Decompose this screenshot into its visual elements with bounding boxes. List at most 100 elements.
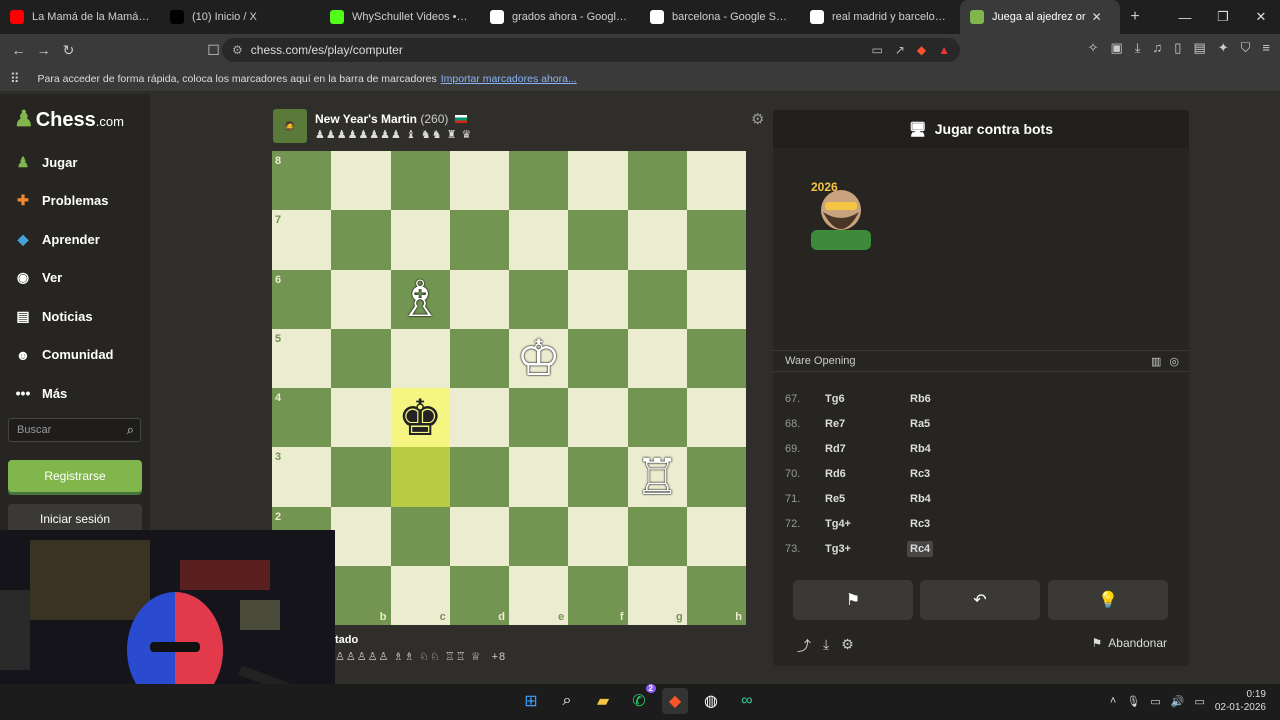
sidebar-item-ver[interactable]: ◉ Ver (12, 266, 62, 290)
square-e4[interactable] (509, 388, 569, 448)
close-tab-icon[interactable]: ✕ (1092, 10, 1102, 24)
square-d6[interactable] (449, 269, 509, 329)
square-f8[interactable] (568, 151, 628, 211)
search-input[interactable]: Buscar ⌕ (8, 418, 141, 442)
square-b3[interactable] (331, 447, 391, 507)
sidebar-item-aprender[interactable]: ◆ Aprender (12, 227, 100, 251)
url-text[interactable]: chess.com/es/play/computer (251, 43, 403, 57)
square-d2[interactable] (449, 506, 509, 566)
back-icon[interactable]: ← (6, 42, 31, 58)
white-move[interactable]: Tg3+ (825, 543, 907, 555)
media-icon[interactable]: ♫ (1153, 40, 1163, 56)
opponent-name-text[interactable]: New Year's Martin (315, 112, 417, 126)
chess-piece[interactable]: ♔ (516, 333, 561, 383)
board-settings-icon[interactable]: ⚙ (751, 110, 764, 128)
site-info-icon[interactable]: ⚙ (232, 43, 243, 57)
white-move[interactable]: Tg4+ (825, 518, 907, 530)
opening-name[interactable]: Ware Opening (785, 355, 856, 367)
square-a3[interactable]: 3 (272, 447, 332, 507)
square-b2[interactable] (331, 506, 391, 566)
undo-button[interactable]: ↶ (920, 580, 1040, 620)
sidebar-item-noticias[interactable]: ▤ Noticias (12, 304, 92, 328)
square-h1[interactable]: h (686, 565, 746, 625)
sidebar-item-comunidad[interactable]: ☻ Comunidad (12, 343, 114, 367)
square-b7[interactable] (331, 210, 391, 270)
chess-piece[interactable]: ♖ (635, 452, 680, 502)
black-move[interactable]: Rc3 (907, 466, 933, 482)
square-c7[interactable] (390, 210, 450, 270)
browser-tab[interactable]: (10) Inicio / X (160, 0, 320, 34)
square-f4[interactable] (568, 388, 628, 448)
square-b6[interactable] (331, 269, 391, 329)
download-icon[interactable]: ⤓ (823, 636, 829, 656)
screenshot-icon[interactable]: ▣ (1110, 40, 1122, 56)
chevron-up-icon[interactable]: ˄ (1110, 695, 1116, 707)
black-move[interactable]: Rc3 (907, 516, 933, 532)
square-c8[interactable] (390, 151, 450, 211)
extensions-icon[interactable]: ✧ (1088, 40, 1099, 56)
square-f3[interactable] (568, 447, 628, 507)
app-icon[interactable]: ∞ (734, 688, 760, 714)
square-h4[interactable] (686, 388, 746, 448)
chess-piece[interactable]: ♗ (398, 274, 443, 324)
square-b5[interactable] (331, 328, 391, 388)
square-c3[interactable] (390, 447, 450, 507)
abandon-button[interactable]: ⚑ Abandonar (1092, 636, 1167, 650)
share-icon[interactable]: ⤴ (797, 636, 811, 656)
browser-tab[interactable]: WhySchullet Videos • Wat (320, 0, 480, 34)
resign-flag-button[interactable]: ⚑ (793, 580, 913, 620)
square-c6[interactable]: ♗ (390, 269, 450, 329)
square-b1[interactable]: b (331, 565, 391, 625)
square-g4[interactable] (627, 388, 687, 448)
square-d5[interactable] (449, 328, 509, 388)
square-g6[interactable] (627, 269, 687, 329)
square-c2[interactable] (390, 506, 450, 566)
square-g8[interactable] (627, 151, 687, 211)
brave-rewards-icon[interactable]: ▲ (938, 43, 950, 57)
square-f6[interactable] (568, 269, 628, 329)
chess-board[interactable]: 8 7 6 ♗ 5 ♔ 4 ♚ 3 ♖ 2 b c d e f g h (272, 151, 746, 625)
square-e7[interactable] (509, 210, 569, 270)
square-g1[interactable]: g (627, 565, 687, 625)
chess-logo[interactable]: ♟ Chess .com (14, 106, 124, 132)
settings-icon[interactable]: ⚙ (841, 636, 854, 656)
black-move[interactable]: Rb4 (907, 491, 934, 507)
square-b8[interactable] (331, 151, 391, 211)
file-explorer-icon[interactable]: ▰ (590, 688, 616, 714)
square-a7[interactable]: 7 (272, 210, 332, 270)
square-g5[interactable] (627, 328, 687, 388)
leo-icon[interactable]: ✦ (1218, 40, 1229, 56)
square-e1[interactable]: e (509, 565, 569, 625)
square-f7[interactable] (568, 210, 628, 270)
hint-button[interactable]: 💡 (1048, 580, 1168, 620)
wallet-icon[interactable]: ▤ (1193, 40, 1205, 56)
microphone-icon[interactable]: 🎙 (1126, 695, 1140, 708)
square-h8[interactable] (686, 151, 746, 211)
share-icon[interactable]: ↗ (895, 43, 905, 57)
sidebar-item-problemas[interactable]: ✚ Problemas (12, 189, 108, 213)
minimize-icon[interactable]: — (1166, 0, 1204, 34)
clock[interactable]: 0:19 02-01-2026 (1215, 688, 1266, 714)
battery-icon[interactable]: ▭ (1194, 695, 1204, 708)
white-move[interactable]: Rd6 (825, 468, 907, 480)
square-g7[interactable] (627, 210, 687, 270)
square-c1[interactable]: c (390, 565, 450, 625)
browser-tab[interactable]: real madrid y barcelona - (800, 0, 960, 34)
square-a8[interactable]: 8 (272, 151, 332, 211)
square-h3[interactable] (686, 447, 746, 507)
browser-tab[interactable]: Juega al ajedrez or ✕ (960, 0, 1120, 34)
white-move[interactable]: Tg6 (825, 393, 907, 405)
square-e3[interactable] (509, 447, 569, 507)
sidebar-item-jugar[interactable]: ♟ Jugar (12, 150, 78, 174)
square-c4[interactable]: ♚ (390, 388, 450, 448)
sidebar-item-más[interactable]: ••• Más (12, 381, 68, 405)
black-move[interactable]: Rb4 (907, 441, 934, 457)
menu-icon[interactable]: ≡ (1262, 40, 1270, 56)
download-icon[interactable]: ⤓ (1135, 40, 1141, 56)
square-d3[interactable] (449, 447, 509, 507)
player-name[interactable]: tado (335, 634, 506, 646)
search-icon[interactable]: ⌕ (554, 688, 580, 714)
brave-icon[interactable]: ◆ (662, 688, 688, 714)
display-icon[interactable]: ▭ (1150, 695, 1160, 708)
square-h5[interactable] (686, 328, 746, 388)
